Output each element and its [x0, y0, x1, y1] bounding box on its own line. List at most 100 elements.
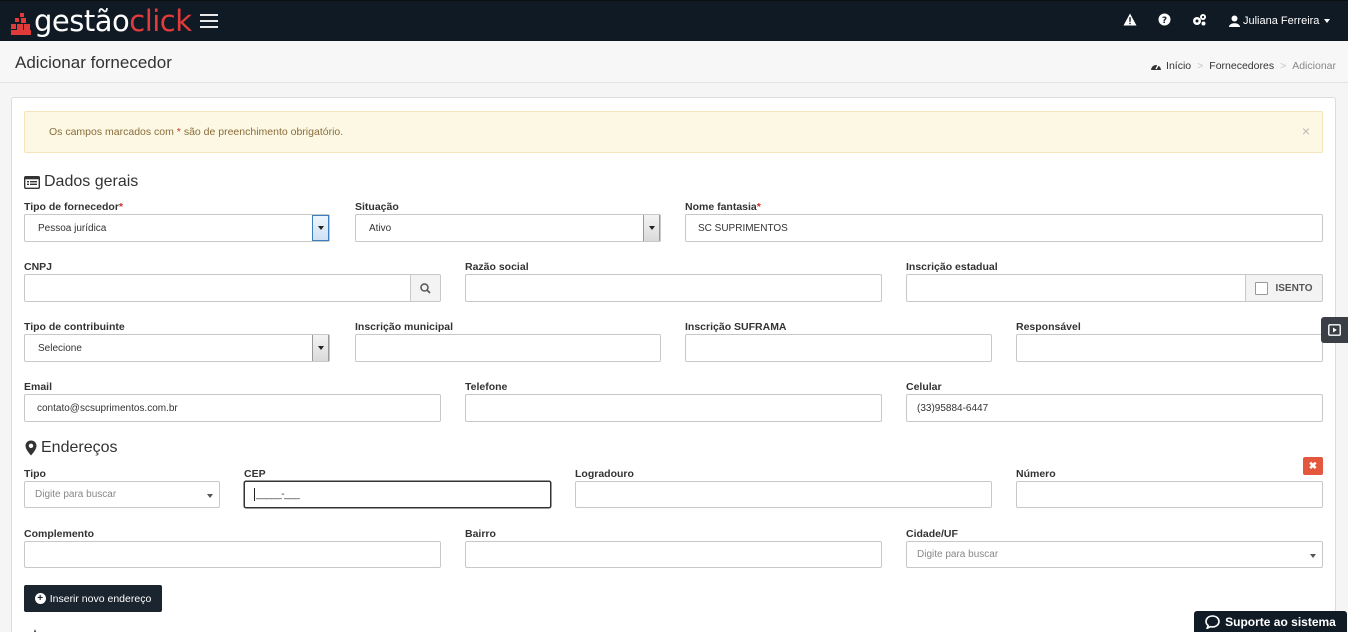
- add-address-button[interactable]: + Inserir novo endereço: [24, 585, 162, 612]
- isento-label: ISENTO: [1275, 282, 1313, 294]
- required-fields-alert: Os campos marcados com * são de preenchi…: [24, 111, 1323, 153]
- situacao-select[interactable]: Ativo: [355, 214, 661, 242]
- bairro-input[interactable]: [465, 541, 882, 568]
- logo-text-click: click: [129, 4, 192, 38]
- email-input[interactable]: contato@scsuprimentos.com.br: [24, 394, 441, 422]
- user-menu[interactable]: Juliana Ferreira: [1229, 13, 1331, 29]
- label-email: Email: [24, 381, 53, 393]
- support-button[interactable]: Suporte ao sistema: [1194, 611, 1347, 632]
- chevron-down-icon: [1310, 554, 1316, 558]
- tipo-endereco-select[interactable]: Digite para buscar: [24, 481, 220, 508]
- cep-input[interactable]: _____-___: [244, 481, 551, 508]
- logo-mark-icon: [10, 13, 32, 35]
- alert-message: Os campos marcados com * são de preenchi…: [49, 126, 343, 138]
- required-star: *: [756, 201, 761, 213]
- input-mask: _____-___: [256, 489, 300, 500]
- inscricao-municipal-input[interactable]: [355, 334, 661, 362]
- complemento-input[interactable]: [24, 541, 441, 568]
- logo-text: gestãoclick: [34, 5, 192, 37]
- label-cep: CEP: [244, 468, 266, 480]
- svg-text:?: ?: [1161, 16, 1166, 26]
- menu-icon[interactable]: [200, 14, 218, 28]
- side-panel-toggle[interactable]: [1321, 317, 1348, 343]
- cnpj-input[interactable]: [24, 274, 411, 302]
- breadcrumb-inicio[interactable]: Início: [1166, 60, 1191, 72]
- alert-required-star: *: [176, 126, 181, 138]
- cnpj-search-button[interactable]: [410, 274, 441, 302]
- cidade-uf-select[interactable]: Digite para buscar: [906, 541, 1323, 568]
- breadcrumb: Início > Fornecedores > Adicionar: [1150, 60, 1336, 72]
- logradouro-input[interactable]: [575, 481, 992, 508]
- section-title-text: Dados gerais: [44, 173, 139, 190]
- chevron-down-icon[interactable]: [312, 215, 329, 241]
- app-logo[interactable]: gestãoclick: [10, 5, 192, 37]
- label-bairro: Bairro: [465, 528, 496, 540]
- responsavel-input[interactable]: [1016, 334, 1323, 362]
- close-icon: ✖: [1308, 460, 1318, 472]
- label-tipo: Tipo: [24, 468, 46, 480]
- input-value: (33)95884-6447: [917, 402, 989, 414]
- numero-input[interactable]: [1016, 481, 1323, 508]
- inscricao-suframa-input[interactable]: [685, 334, 992, 362]
- inscricao-estadual-input[interactable]: [906, 274, 1246, 302]
- user-name: Juliana Ferreira: [1243, 15, 1320, 27]
- required-star: *: [118, 201, 123, 213]
- breadcrumb-fornecedores[interactable]: Fornecedores: [1209, 60, 1274, 72]
- section-title-enderecos: Endereços: [25, 439, 118, 457]
- label-inscricao-municipal: Inscrição municipal: [355, 321, 454, 333]
- chevron-down-icon: [207, 494, 213, 498]
- label-cidade-uf: Cidade/UF: [906, 528, 958, 540]
- remove-address-button[interactable]: ✖: [1303, 457, 1323, 475]
- chevron-down-icon: [1324, 19, 1331, 23]
- select-value: Selecione: [38, 342, 82, 354]
- chevron-down-icon[interactable]: [643, 215, 660, 241]
- razao-social-input[interactable]: [465, 274, 882, 302]
- close-icon[interactable]: ×: [1302, 124, 1310, 138]
- select-value: Ativo: [369, 222, 392, 234]
- section-title-dados-gerais: Dados gerais: [24, 173, 138, 191]
- page-title: Adicionar fornecedor: [15, 53, 172, 72]
- label-razao-social: Razão social: [465, 261, 529, 273]
- tipo-contribuinte-select[interactable]: Selecione: [24, 334, 330, 362]
- input-value: SC SUPRIMENTOS: [698, 222, 788, 234]
- label-telefone: Telefone: [465, 381, 508, 393]
- label-inscricao-estadual: Inscrição estadual: [906, 261, 998, 273]
- top-navbar: gestãoclick ? Juliana Ferreira: [0, 0, 1348, 41]
- chevron-down-icon[interactable]: [312, 335, 329, 361]
- chat-bubble-icon: [1205, 614, 1220, 629]
- search-icon: [420, 282, 431, 294]
- label-numero: Número: [1016, 468, 1056, 480]
- label-text: Tipo de fornecedor: [24, 201, 119, 213]
- text-cursor: [254, 488, 255, 501]
- select-value: Pessoa jurídica: [38, 222, 107, 234]
- play-square-icon: [1328, 324, 1341, 336]
- nome-fantasia-input[interactable]: SC SUPRIMENTOS: [685, 214, 1323, 242]
- warning-icon[interactable]: [1122, 13, 1138, 29]
- select-placeholder: Digite para buscar: [917, 549, 999, 560]
- help-icon[interactable]: ?: [1156, 13, 1172, 29]
- checkbox-icon[interactable]: [1255, 281, 1269, 295]
- label-tipo-contribuinte: Tipo de contribuinte: [24, 321, 125, 333]
- celular-input[interactable]: (33)95884-6447: [906, 394, 1323, 422]
- cogs-icon[interactable]: [1191, 13, 1207, 29]
- label-logradouro: Logradouro: [575, 468, 634, 480]
- label-nome-fantasia: Nome fantasia*: [685, 201, 761, 213]
- support-button-label: Suporte ao sistema: [1225, 614, 1336, 629]
- breadcrumb-separator: >: [1280, 60, 1287, 72]
- label-cnpj: CNPJ: [24, 261, 53, 273]
- user-icon: [1229, 15, 1240, 27]
- telefone-input[interactable]: [465, 394, 882, 422]
- button-label: Inserir novo endereço: [49, 592, 152, 605]
- tipo-fornecedor-select[interactable]: Pessoa jurídica: [24, 214, 330, 242]
- breadcrumb-adicionar: Adicionar: [1292, 60, 1336, 72]
- breadcrumb-separator: >: [1197, 60, 1204, 72]
- label-complemento: Complemento: [24, 528, 95, 540]
- plus-circle-icon: +: [34, 593, 46, 604]
- label-tipo-fornecedor: Tipo de fornecedor*: [24, 201, 123, 213]
- select-placeholder: Digite para buscar: [35, 489, 117, 500]
- input-value: contato@scsuprimentos.com.br: [37, 402, 178, 414]
- label-celular: Celular: [906, 381, 942, 393]
- alert-text-before: Os campos marcados com: [49, 126, 174, 138]
- isento-checkbox[interactable]: ISENTO: [1245, 274, 1323, 302]
- alert-text-after: são de preenchimento obrigatório.: [183, 126, 344, 138]
